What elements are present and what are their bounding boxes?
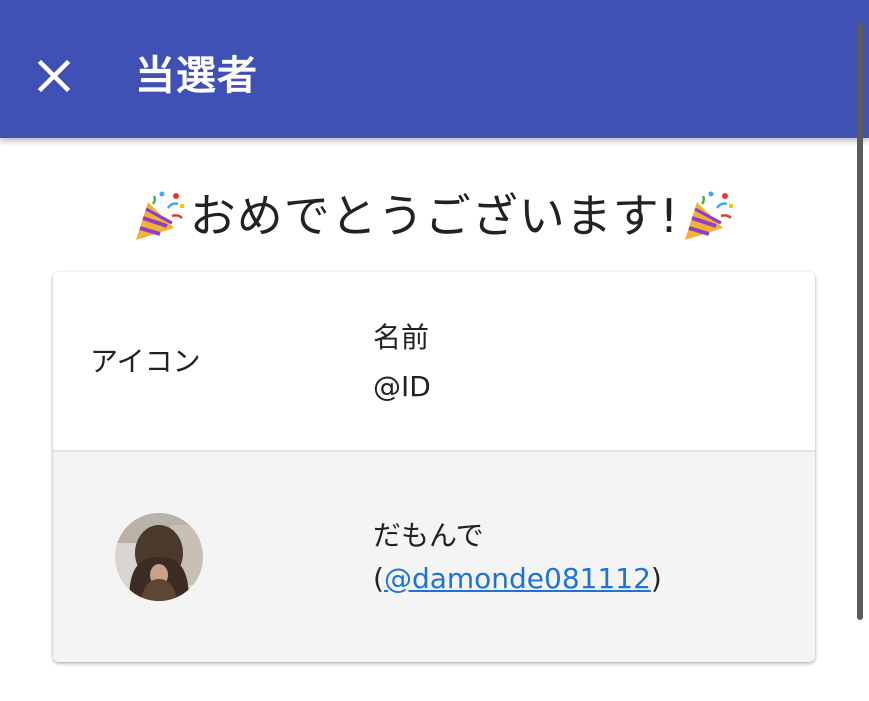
winner-id-open-paren: ( [373, 562, 384, 595]
avatar [115, 513, 203, 601]
app-bar: 当選者 [0, 0, 869, 138]
winner-table: アイコン 名前 @ID だもんで (@damonde081112) [53, 272, 815, 662]
party-popper-icon [135, 191, 184, 240]
page-title: 当選者 [135, 53, 258, 99]
winner-name: だもんで [373, 519, 484, 552]
party-popper-icon [685, 191, 734, 240]
close-icon [37, 59, 71, 93]
close-button[interactable] [26, 48, 82, 104]
table-header-row: アイコン 名前 @ID [53, 272, 815, 452]
winner-id: (@damonde081112) [373, 562, 662, 595]
column-header-name: 名前 [373, 321, 430, 354]
column-header-icon: アイコン [90, 345, 201, 378]
congrats-text: おめでとうございます! [189, 189, 680, 243]
scrollbar[interactable] [857, 22, 863, 620]
winner-id-close-paren: ) [650, 562, 662, 595]
winner-id-link[interactable]: @damonde081112 [384, 562, 651, 595]
congrats-banner: おめでとうございます! [0, 186, 869, 246]
column-header-id: @ID [373, 370, 431, 403]
table-row: だもんで (@damonde081112) [53, 452, 815, 662]
